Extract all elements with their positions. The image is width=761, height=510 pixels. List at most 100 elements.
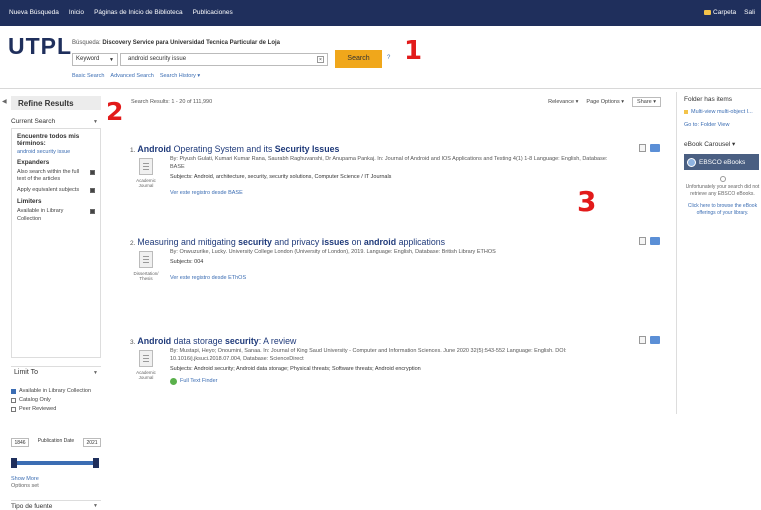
utpl-logo[interactable]: UTPL [8,33,72,60]
current-search-caret-icon[interactable]: ▼ [93,119,98,125]
annotation-1: 1 [404,36,423,66]
result-body: By: Mustapi, Heyo; Onoumini, Sanaa. In: … [170,348,620,386]
limit-option-peer[interactable]: Peer Reviewed [11,406,101,412]
expander-fulltext-label: Also search within the full text of the … [17,169,80,183]
publication-type-label: Academic Journal [136,370,156,381]
browse-ebooks-link[interactable]: Click here to browse the eBook offerings… [684,203,761,216]
search-input[interactable]: android security issue × [120,53,328,66]
result-title-link[interactable]: Android data storage security: A review [137,336,296,346]
expander-equivalent: Apply equivalent subjects [17,187,95,194]
top-nav-links: Nueva Búsqueda Inicio Páginas de Inicio … [9,9,233,16]
checkbox-icon[interactable] [11,407,16,412]
source-type-caret-icon[interactable]: ▼ [93,503,98,509]
date-from-input[interactable]: 1846 [11,437,29,447]
title-part: security [224,336,259,346]
folder-view-link[interactable]: Go to: Folder View [684,122,761,128]
limit-option-catalog[interactable]: Catalog Only [11,397,101,403]
publication-type-label: Dissertation/ Thesis [133,271,159,282]
result-tools [639,237,660,245]
page-options-dropdown[interactable]: Page Options ▾ [586,99,624,107]
remove-limiter-icon[interactable] [90,209,95,215]
remove-expander-icon[interactable] [90,187,95,193]
limit-option-library[interactable]: Available in Library Collection [11,388,101,394]
folder-link[interactable]: Carpeta [704,9,736,16]
slider-handle-right[interactable] [93,458,99,468]
share-dropdown[interactable]: Share ▾ [632,97,661,107]
title-part: Issues [311,144,340,154]
view-record-link[interactable]: Ver este registro desde BASE [170,190,620,198]
add-to-folder-icon[interactable] [650,144,660,152]
show-more-link[interactable]: Show More [11,476,39,483]
ebsco-ebooks-label: EBSCO eBooks [699,158,746,166]
limit-to-heading[interactable]: Limit To [11,366,101,380]
ebsco-message: Unfortunately your search did not retrie… [684,176,761,197]
search-input-value: android security issue [128,56,187,62]
limit-to-caret-icon[interactable]: ▼ [93,370,98,376]
advanced-search-link[interactable]: Advanced Search [110,73,153,79]
full-text-finder-label: Full Text Finder [180,377,218,384]
limiters-heading: Limiters [17,198,42,206]
search-field-select[interactable]: Keyword ▼ [72,53,118,66]
current-search-heading[interactable]: Current Search [11,118,55,125]
preview-icon[interactable] [639,237,646,245]
result-title-link[interactable]: Android Operating System and its Securit… [137,144,339,154]
searching-label: Búsqueda: [72,40,101,46]
limiter-library-collection-label: Available in Library Collection [17,208,64,222]
publication-type: Dissertation/ Thesis [133,251,159,282]
result-metadata: By: Onwuzurike, Lucky. University Colleg… [170,249,496,255]
title-part: : A review [258,336,297,346]
add-to-folder-icon[interactable] [650,336,660,344]
basic-search-link[interactable]: Basic Search [72,73,104,79]
full-text-finder-link[interactable]: Full Text Finder [170,378,620,386]
search-button[interactable]: Search [335,50,382,68]
exit-link[interactable]: Sali [744,9,755,16]
date-range-slider[interactable] [11,458,99,468]
result-subjects: Subjects: Android, architecture, securit… [170,173,392,180]
title-part: Android [137,144,172,154]
clear-search-button[interactable]: × [317,56,324,63]
remove-expander-icon[interactable] [90,170,95,175]
title-part: applications [396,237,446,247]
collapse-sidebar-icon[interactable]: ◀ [2,98,7,105]
ebsco-message-text: Unfortunately your search did not retrie… [685,184,760,197]
folder-item-link[interactable]: Multi-view multi-object I... [684,109,761,116]
publication-date-label: Publication Date [37,438,75,445]
publication-type-label: Academic Journal [136,178,156,189]
current-search-box: Encuentre todos mis términos: android se… [11,128,101,358]
checkbox-checked-icon[interactable] [11,389,16,394]
nav-home[interactable]: Inicio [69,9,84,16]
nav-publications[interactable]: Publicaciones [193,9,233,16]
ebsco-ebooks-banner: EBSCO eBooks [684,154,759,171]
nav-new-search[interactable]: Nueva Búsqueda [9,9,59,16]
find-all-terms-value[interactable]: android security issue [17,149,95,155]
search-help-icon[interactable]: ? [387,55,390,61]
date-to-input[interactable]: 2021 [83,437,101,447]
ebook-carousel-heading[interactable]: eBook Carousel ▾ [684,140,761,148]
expander-fulltext: Also search within the full text of the … [17,169,95,184]
add-to-folder-icon[interactable] [650,237,660,245]
source-type-heading[interactable]: Tipo de fuente [11,500,101,510]
search-history-link[interactable]: Search History ▾ [160,73,200,79]
nav-library-home-pages[interactable]: Páginas de Inicio de Biblioteca [94,9,183,16]
preview-icon[interactable] [639,144,646,152]
view-record-link[interactable]: Ver este registro desde EThOS [170,275,620,283]
checkbox-icon[interactable] [11,398,16,403]
right-sidebar: Folder has items Multi-view multi-object… [684,96,761,216]
relevance-dropdown[interactable]: Relevance ▾ [548,99,578,107]
result-title-row: 2. Measuring and mitigating security and … [130,237,660,247]
journal-icon [139,350,153,367]
result-title-row: 1. Android Operating System and its Secur… [130,144,660,154]
limit-option-peer-label: Peer Reviewed [19,406,57,412]
show-more-block: Show More Options set [11,476,39,490]
result-body: By: Onwuzurike, Lucky. University Colleg… [170,249,620,283]
result-item: 1. Android Operating System and its Secur… [130,144,660,196]
result-title-row: 3. Android data storage security: A revie… [130,336,660,346]
limit-option-library-label: Available in Library Collection [19,388,92,394]
search-mode-links: Basic Search Advanced Search Search Hist… [72,73,200,79]
result-title-link[interactable]: Measuring and mitigating security and pr… [137,237,445,247]
refine-results-title: Refine Results [11,96,101,110]
full-text-finder-icon [170,378,177,386]
slider-handle-left[interactable] [11,458,17,468]
limit-options: Available in Library Collection Catalog … [11,388,101,415]
preview-icon[interactable] [639,336,646,344]
